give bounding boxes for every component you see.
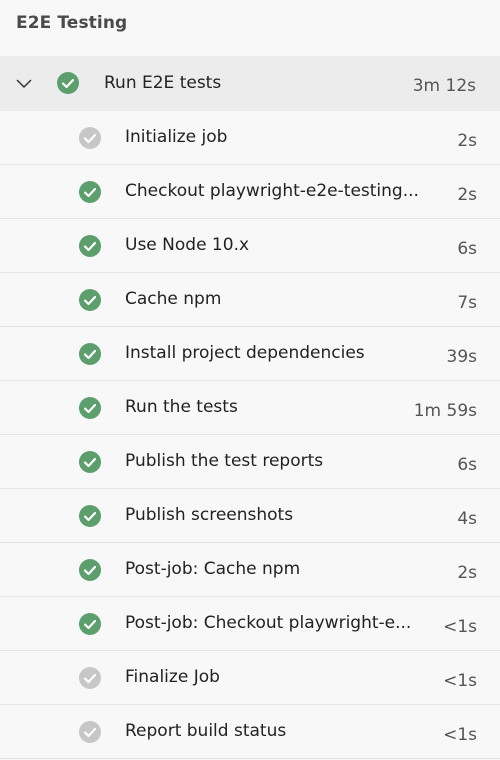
step-name: Checkout playwright-e2e-testing...: [125, 181, 419, 201]
step-duration: 39s: [446, 347, 478, 367]
step-duration: 2s: [457, 563, 477, 583]
step-duration: 1m 59s: [413, 401, 477, 421]
step-name: Finalize Job: [125, 667, 220, 687]
step-row[interactable]: Run the tests 1m 59s: [0, 381, 500, 435]
step-row[interactable]: Use Node 10.x 6s: [0, 219, 500, 273]
step-duration: <1s: [443, 671, 477, 691]
step-row[interactable]: Post-job: Cache npm 2s: [0, 543, 500, 597]
panel-title: E2E Testing: [16, 13, 128, 33]
step-row[interactable]: Publish screenshots 4s: [0, 489, 500, 543]
step-duration: 6s: [457, 239, 477, 259]
step-name: Post-job: Cache npm: [125, 559, 301, 579]
step-name: Publish screenshots: [125, 505, 294, 525]
success-check-icon: [79, 235, 101, 257]
step-name: Install project dependencies: [125, 343, 365, 363]
step-name: Use Node 10.x: [125, 235, 250, 255]
success-check-icon: [57, 72, 79, 94]
success-check-icon: [79, 451, 101, 473]
success-check-icon: [79, 397, 101, 419]
pending-check-icon: [79, 127, 101, 149]
step-row[interactable]: Publish the test reports 6s: [0, 435, 500, 489]
step-duration: 6s: [457, 455, 477, 475]
success-check-icon: [79, 289, 101, 311]
success-check-icon: [79, 343, 101, 365]
step-name: Publish the test reports: [125, 451, 324, 471]
step-row[interactable]: Install project dependencies 39s: [0, 327, 500, 381]
job-row-run-e2e-tests[interactable]: Run E2E tests 3m 12s: [0, 56, 500, 111]
step-duration: <1s: [443, 725, 477, 745]
step-name: Report build status: [125, 721, 287, 741]
step-row[interactable]: Initialize job 2s: [0, 111, 500, 165]
step-duration: <1s: [443, 617, 477, 637]
pending-check-icon: [79, 721, 101, 743]
success-check-icon: [79, 559, 101, 581]
step-name: Cache npm: [125, 289, 222, 309]
success-check-icon: [79, 181, 101, 203]
chevron-down-icon[interactable]: [14, 74, 34, 94]
pending-check-icon: [79, 667, 101, 689]
step-name: Post-job: Checkout playwright-e...: [125, 613, 412, 633]
step-list: Initialize job 2s Checkout playwright-e2…: [0, 111, 500, 759]
job-duration: 3m 12s: [412, 76, 476, 96]
success-check-icon: [79, 613, 101, 635]
step-duration: 4s: [457, 509, 477, 529]
step-row[interactable]: Finalize Job <1s: [0, 651, 500, 705]
step-name: Initialize job: [125, 127, 228, 147]
step-row[interactable]: Checkout playwright-e2e-testing... 2s: [0, 165, 500, 219]
step-duration: 2s: [457, 131, 477, 151]
success-check-icon: [79, 505, 101, 527]
step-duration: 7s: [457, 293, 477, 313]
step-row[interactable]: Cache npm 7s: [0, 273, 500, 327]
step-row[interactable]: Post-job: Checkout playwright-e... <1s: [0, 597, 500, 651]
step-duration: 2s: [457, 185, 477, 205]
step-row[interactable]: Report build status <1s: [0, 705, 500, 759]
step-name: Run the tests: [125, 397, 238, 417]
job-name: Run E2E tests: [104, 73, 222, 93]
